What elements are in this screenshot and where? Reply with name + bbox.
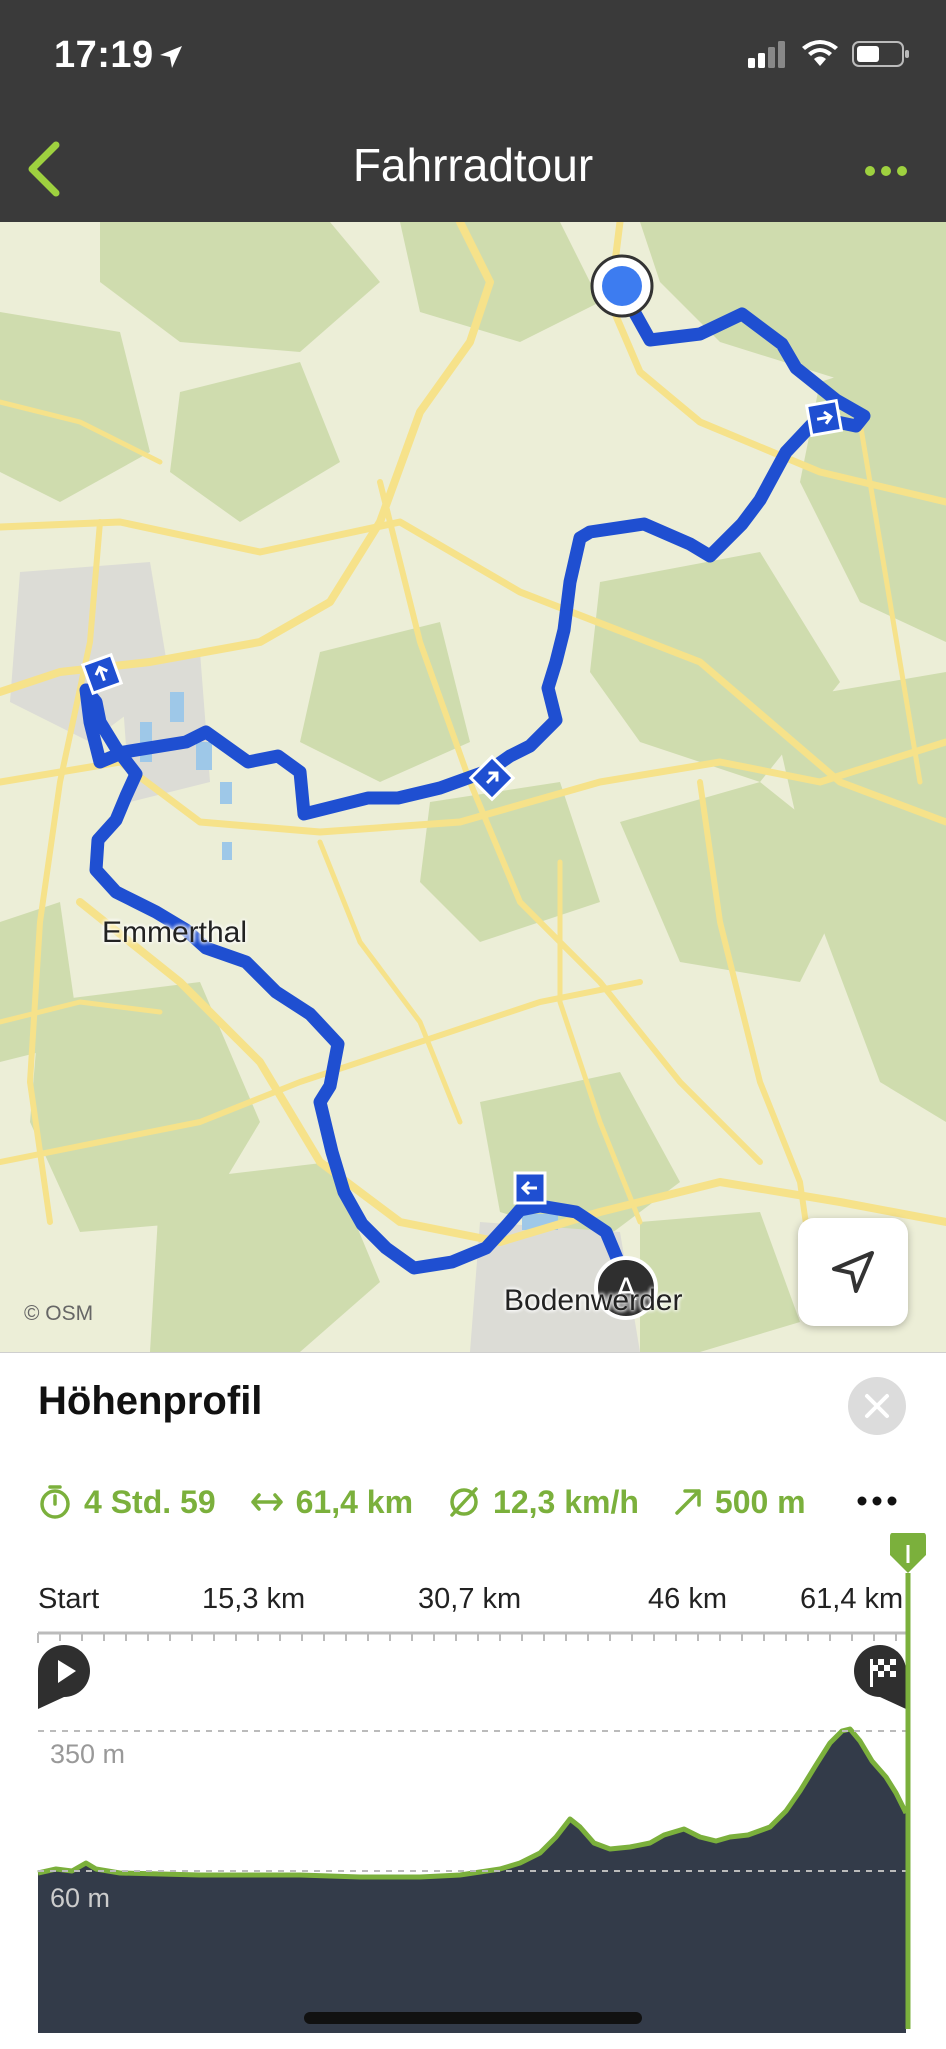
location-arrow-icon [160,46,182,68]
battery-icon [852,41,909,67]
stat-ascent: 500 m [673,1484,806,1521]
recenter-location-button[interactable] [798,1218,908,1326]
home-indicator [304,2012,642,2024]
panel-title: Höhenprofil [38,1379,263,1423]
more-options-button[interactable] [856,148,916,194]
place-label-bodenwerder: Bodenwerder [504,1284,683,1317]
page-title: Fahrradtour [352,139,594,191]
elevation-area [38,1729,906,2033]
route-map[interactable]: A [0,222,946,1352]
start-pin [38,1645,90,1709]
stat-duration-value: 4 Std. 59 [84,1483,216,1520]
status-time: 17:19 [54,34,154,76]
close-panel-button[interactable] [848,1377,906,1435]
direction-marker-4 [513,1171,547,1205]
status-bar: 17:19 [0,0,946,118]
average-symbol-icon [450,1487,478,1517]
elevation-min-label: 60 m [50,1883,110,1913]
stat-distance-value: 61,4 km [295,1483,414,1520]
more-horizontal-icon [857,1496,897,1506]
more-horizontal-icon [865,166,907,176]
cellular-signal-icon [748,41,785,68]
stat-avg-speed: 12,3 km/h [447,1484,639,1521]
stopwatch-icon [40,1485,70,1519]
direction-marker-1 [804,398,844,438]
finish-pin [854,1645,906,1709]
double-arrow-horizontal-icon [250,1493,283,1511]
wifi-icon [802,40,838,66]
map-attribution: © OSM [24,1302,94,1325]
navigation-arrow-icon [832,1251,874,1293]
elevation-profile-panel: Höhenprofil 4 Std. 59 61,4 km 12,3 km/h [0,1352,946,2049]
close-icon [865,1394,889,1418]
current-location-marker [590,254,654,318]
stat-ascent-value: 500 m [714,1483,806,1520]
map-canvas: A [0,222,946,1352]
stat-duration: 4 Std. 59 [38,1484,216,1521]
stat-avg-speed-value: 12,3 km/h [493,1483,639,1520]
place-label-emmerthal: Emmerthal [102,916,248,949]
elevation-chart[interactable]: 350 m 60 m [0,1533,946,2033]
status-icons [748,40,910,68]
stat-distance: 61,4 km [250,1484,413,1521]
stats-more-button[interactable] [852,1481,902,1521]
route-stats: 4 Std. 59 61,4 km 12,3 km/h 500 m [38,1477,838,1527]
arrow-up-right-icon [675,1489,701,1515]
elevation-max-label: 350 m [50,1739,125,1769]
navigation-bar: Fahrradtour [0,118,946,222]
